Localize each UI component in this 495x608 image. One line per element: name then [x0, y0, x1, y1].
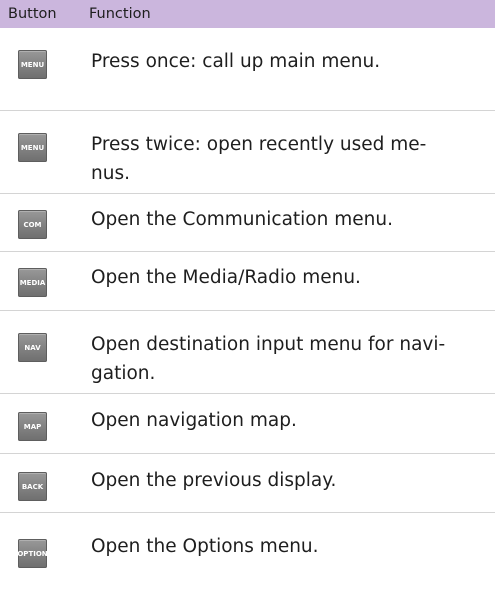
table-header: Button Function: [0, 0, 495, 28]
function-text: Open the Options menu.: [91, 536, 319, 557]
table-row: COM Open the Communication menu.: [0, 194, 495, 252]
function-text: Open the Communication menu.: [91, 209, 393, 230]
nav-key-icon: NAV: [18, 333, 47, 362]
table-row: NAV Open destination input menu for navi…: [0, 311, 495, 394]
button-cell: BACK: [0, 472, 73, 501]
button-function-table: Button Function MENU Press once: call up…: [0, 0, 495, 608]
function-text: Open destination input menu for navi- ga…: [91, 334, 446, 384]
button-cell: MENU: [0, 50, 73, 79]
table-row: MAP Open navigation map.: [0, 394, 495, 454]
header-button-column: Button: [8, 6, 57, 22]
function-text: Open the previous display.: [91, 470, 337, 491]
function-text: Open navigation map.: [91, 410, 297, 431]
function-text: Open the Media/Radio menu.: [91, 267, 361, 288]
button-cell: MEDIA: [0, 268, 73, 297]
option-key-icon: OPTION: [17, 539, 48, 568]
function-text: Press twice: open recently used me- nus.: [91, 134, 427, 184]
table-row: MENU Press once: call up main menu.: [0, 28, 495, 111]
function-text: Press once: call up main menu.: [91, 51, 381, 72]
button-cell: NAV: [0, 333, 73, 362]
table-row: MEDIA Open the Media/Radio menu.: [0, 252, 495, 311]
table-row: OPTION Open the Options menu.: [0, 513, 495, 608]
table-row: MENU Press twice: open recently used me-…: [0, 111, 495, 194]
media-key-icon: MEDIA: [18, 268, 47, 297]
com-key-icon: COM: [18, 210, 47, 239]
table-row: BACK Open the previous display.: [0, 454, 495, 513]
back-key-icon: BACK: [18, 472, 47, 501]
button-cell: MAP: [0, 412, 73, 441]
menu-key-icon: MENU: [18, 50, 47, 79]
button-cell: MENU: [0, 133, 73, 162]
menu-key-icon: MENU: [18, 133, 47, 162]
map-key-icon: MAP: [18, 412, 47, 441]
button-cell: COM: [0, 210, 73, 239]
button-cell: OPTION: [0, 539, 73, 568]
header-function-column: Function: [89, 6, 151, 22]
